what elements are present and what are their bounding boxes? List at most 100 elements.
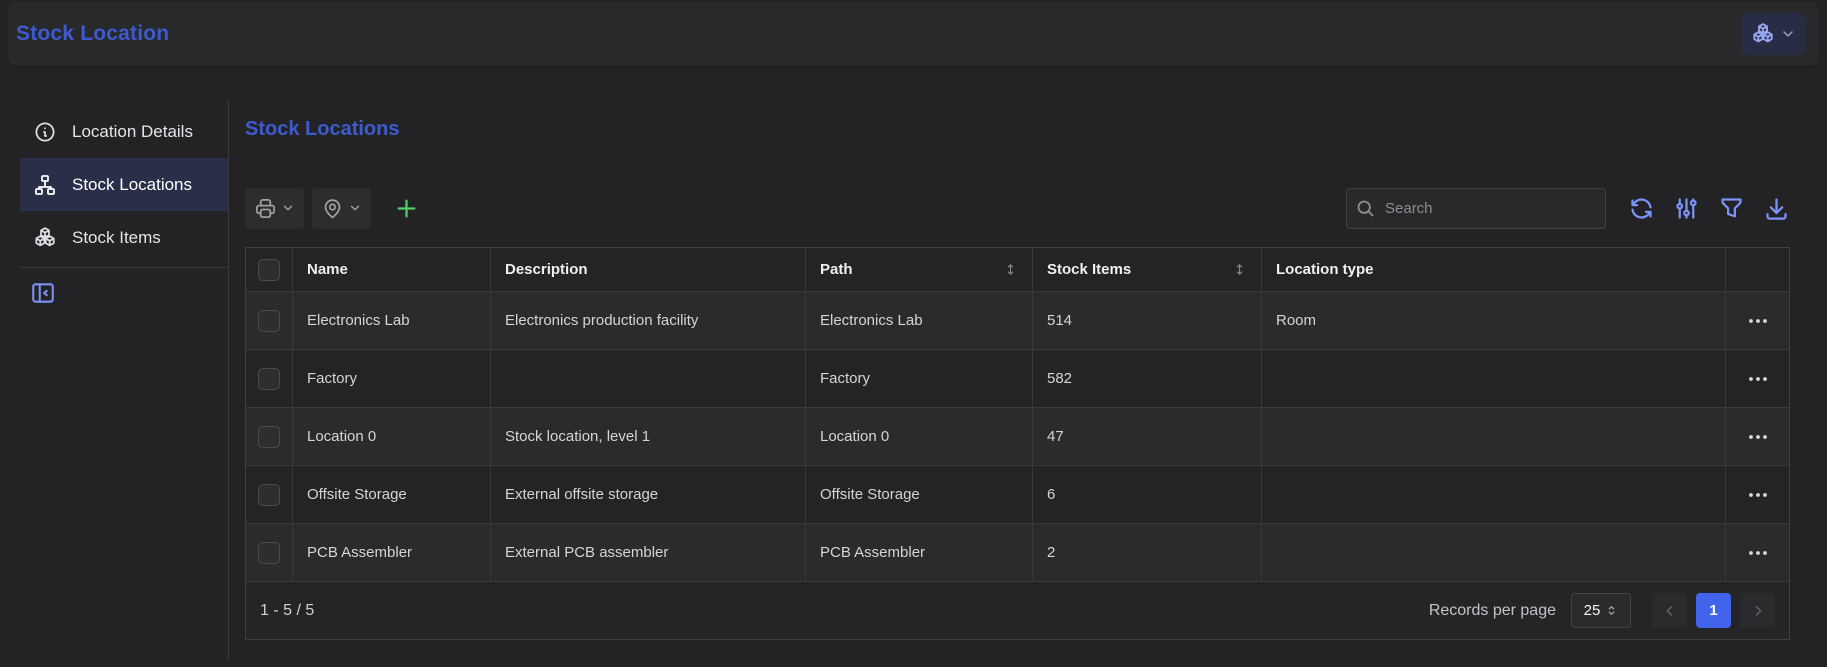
column-header-description[interactable]: Description	[491, 248, 806, 292]
sidebar-collapse-button[interactable]	[30, 278, 60, 308]
info-circle-icon	[33, 120, 57, 144]
table-row[interactable]: PCB Assembler External PCB assembler PCB…	[246, 524, 1789, 582]
main-panel: Stock Locations	[230, 68, 1827, 667]
row-actions-button[interactable]	[1746, 309, 1770, 333]
cell-stock-items: 2	[1033, 524, 1262, 582]
sort-icon[interactable]	[1003, 262, 1018, 277]
record-range: 1 - 5 / 5	[260, 602, 314, 620]
row-checkbox[interactable]	[258, 484, 280, 506]
chevron-down-icon	[281, 201, 295, 215]
table-toolbar	[245, 187, 1790, 229]
cell-stock-items: 514	[1033, 292, 1262, 350]
cell-path: Electronics Lab	[806, 292, 1033, 350]
cell-description: External PCB assembler	[491, 524, 806, 582]
chevron-down-icon	[1780, 26, 1796, 42]
next-page-button[interactable]	[1740, 593, 1775, 628]
adjustments-icon	[1673, 195, 1700, 222]
search-input[interactable]	[1346, 188, 1606, 229]
cell-location-type: Room	[1262, 292, 1726, 350]
page-size-select[interactable]: 25	[1571, 593, 1631, 628]
records-per-page-label: Records per page	[1429, 602, 1556, 620]
cell-name: Offsite Storage	[293, 466, 491, 524]
table-row[interactable]: Factory Factory 582	[246, 350, 1789, 408]
table-row[interactable]: Location 0 Stock location, level 1 Locat…	[246, 408, 1789, 466]
section-title: Stock Locations	[245, 118, 1790, 141]
previous-page-button[interactable]	[1652, 593, 1687, 628]
cell-description: External offsite storage	[491, 466, 806, 524]
row-checkbox[interactable]	[258, 542, 280, 564]
plus-icon	[393, 195, 420, 222]
filter-button[interactable]	[1718, 195, 1745, 222]
cell-name: Factory	[293, 350, 491, 408]
cell-path: Offsite Storage	[806, 466, 1033, 524]
download-icon	[1763, 195, 1790, 222]
selector-icon	[1605, 604, 1618, 617]
chevron-down-icon	[348, 201, 362, 215]
map-pin-icon	[321, 197, 344, 220]
sidebar-item-label: Stock Locations	[72, 175, 192, 195]
column-header-name[interactable]: Name	[293, 248, 491, 292]
row-actions-button[interactable]	[1746, 483, 1770, 507]
cell-path: Location 0	[806, 408, 1033, 466]
sidebar-item-stock-locations[interactable]: Stock Locations	[20, 158, 228, 211]
sitemap-icon	[33, 173, 57, 197]
sidebar-item-label: Stock Items	[72, 228, 161, 248]
row-checkbox[interactable]	[258, 368, 280, 390]
sidebar-item-location-details[interactable]: Location Details	[20, 105, 228, 158]
filter-icon	[1718, 195, 1745, 222]
refresh-icon	[1628, 195, 1655, 222]
row-actions-button[interactable]	[1746, 367, 1770, 391]
select-all-checkbox[interactable]	[258, 259, 280, 281]
location-actions-button[interactable]	[1741, 13, 1805, 55]
column-header-stock-items[interactable]: Stock Items	[1033, 248, 1262, 292]
row-checkbox[interactable]	[258, 426, 280, 448]
chevron-left-icon	[1662, 603, 1678, 619]
sidebar: Location Details Stock Locations	[0, 100, 229, 660]
printer-icon	[254, 197, 277, 220]
cell-description: Stock location, level 1	[491, 408, 806, 466]
page-1-button[interactable]: 1	[1696, 593, 1731, 628]
cell-name: Location 0	[293, 408, 491, 466]
print-actions-button[interactable]	[245, 188, 304, 229]
sidebar-item-stock-items[interactable]: Stock Items	[20, 211, 228, 264]
column-header-actions	[1726, 248, 1789, 292]
cell-location-type	[1262, 524, 1726, 582]
table-footer: 1 - 5 / 5 Records per page 25 1	[246, 582, 1789, 639]
table-options-button[interactable]	[1673, 195, 1700, 222]
cell-name: PCB Assembler	[293, 524, 491, 582]
cell-path: Factory	[806, 350, 1033, 408]
sidebar-item-label: Location Details	[72, 122, 193, 142]
sidebar-divider	[20, 267, 228, 268]
row-checkbox[interactable]	[258, 310, 280, 332]
cell-stock-items: 47	[1033, 408, 1262, 466]
sidebar-collapse-icon	[30, 280, 56, 306]
cell-location-type	[1262, 466, 1726, 524]
table-header-row: Name Description Path Stock Items Locati…	[246, 248, 1789, 292]
row-actions-button[interactable]	[1746, 425, 1770, 449]
cell-path: PCB Assembler	[806, 524, 1033, 582]
download-button[interactable]	[1763, 195, 1790, 222]
location-barcode-actions-button[interactable]	[312, 188, 371, 229]
table-row[interactable]: Offsite Storage External offsite storage…	[246, 466, 1789, 524]
refresh-button[interactable]	[1628, 195, 1655, 222]
column-header-location-type[interactable]: Location type	[1262, 248, 1726, 292]
page-title: Stock Location	[16, 22, 169, 46]
cell-stock-items: 6	[1033, 466, 1262, 524]
sort-icon[interactable]	[1232, 262, 1247, 277]
cell-location-type	[1262, 408, 1726, 466]
top-header-bar: Stock Location	[8, 2, 1819, 66]
add-stock-location-button[interactable]	[393, 195, 420, 222]
stock-locations-table: Name Description Path Stock Items Locati…	[245, 247, 1790, 640]
packages-icon	[1751, 22, 1775, 46]
column-header-path[interactable]: Path	[806, 248, 1033, 292]
table-row[interactable]: Electronics Lab Electronics production f…	[246, 292, 1789, 350]
cell-location-type	[1262, 350, 1726, 408]
cell-stock-items: 582	[1033, 350, 1262, 408]
chevron-right-icon	[1750, 603, 1766, 619]
row-actions-button[interactable]	[1746, 541, 1770, 565]
cell-description: Electronics production facility	[491, 292, 806, 350]
cell-name: Electronics Lab	[293, 292, 491, 350]
cell-description	[491, 350, 806, 408]
packages-icon	[33, 226, 57, 250]
search-box	[1346, 188, 1606, 229]
